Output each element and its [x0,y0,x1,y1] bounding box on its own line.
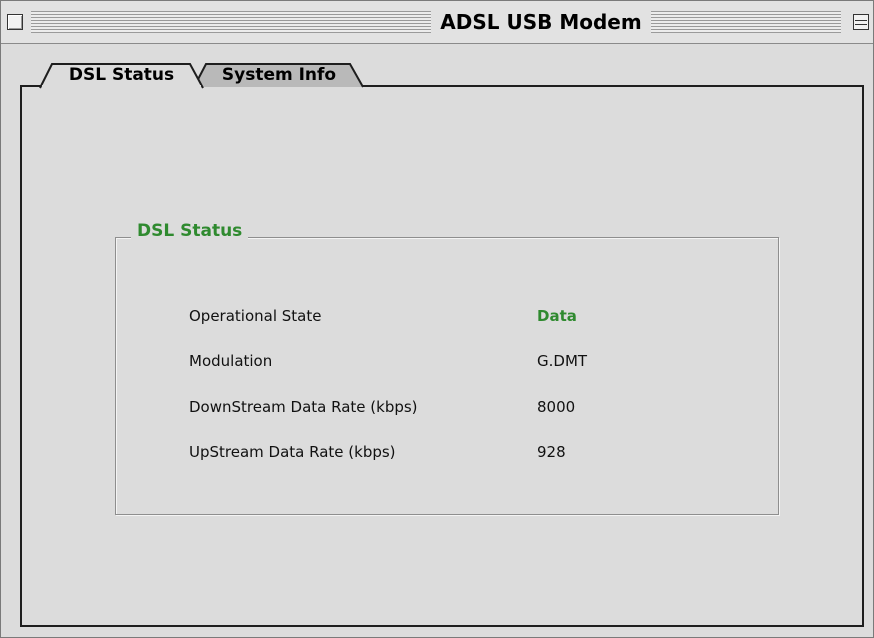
tab-system-info[interactable]: System Info [193,63,365,88]
modulation-label: Modulation [189,352,273,370]
dsl-status-group [115,237,779,515]
operational-state-label: Operational State [189,307,322,325]
tab-system-info-label: System Info [221,65,337,85]
close-box-icon[interactable] [7,14,23,30]
operational-state-value: Data [537,307,577,325]
window-title: ADSL USB Modem [440,10,642,34]
collapse-box-icon[interactable] [853,14,869,30]
title-bar[interactable]: ADSL USB Modem [1,1,873,44]
dsl-status-group-title: DSL Status [131,219,249,243]
title-bar-stripes-right [651,11,841,33]
title-bar-stripes-left [31,11,431,33]
upstream-rate-label: UpStream Data Rate (kbps) [189,443,396,461]
modem-window: ADSL USB Modem System Info DSL Status DS… [0,0,874,638]
upstream-rate-value: 928 [537,443,566,461]
downstream-rate-label: DownStream Data Rate (kbps) [189,398,418,416]
modulation-value: G.DMT [537,352,588,370]
downstream-rate-value: 8000 [537,398,576,416]
tab-dsl-status[interactable]: DSL Status [39,63,204,89]
tab-dsl-status-label: DSL Status [68,65,175,85]
